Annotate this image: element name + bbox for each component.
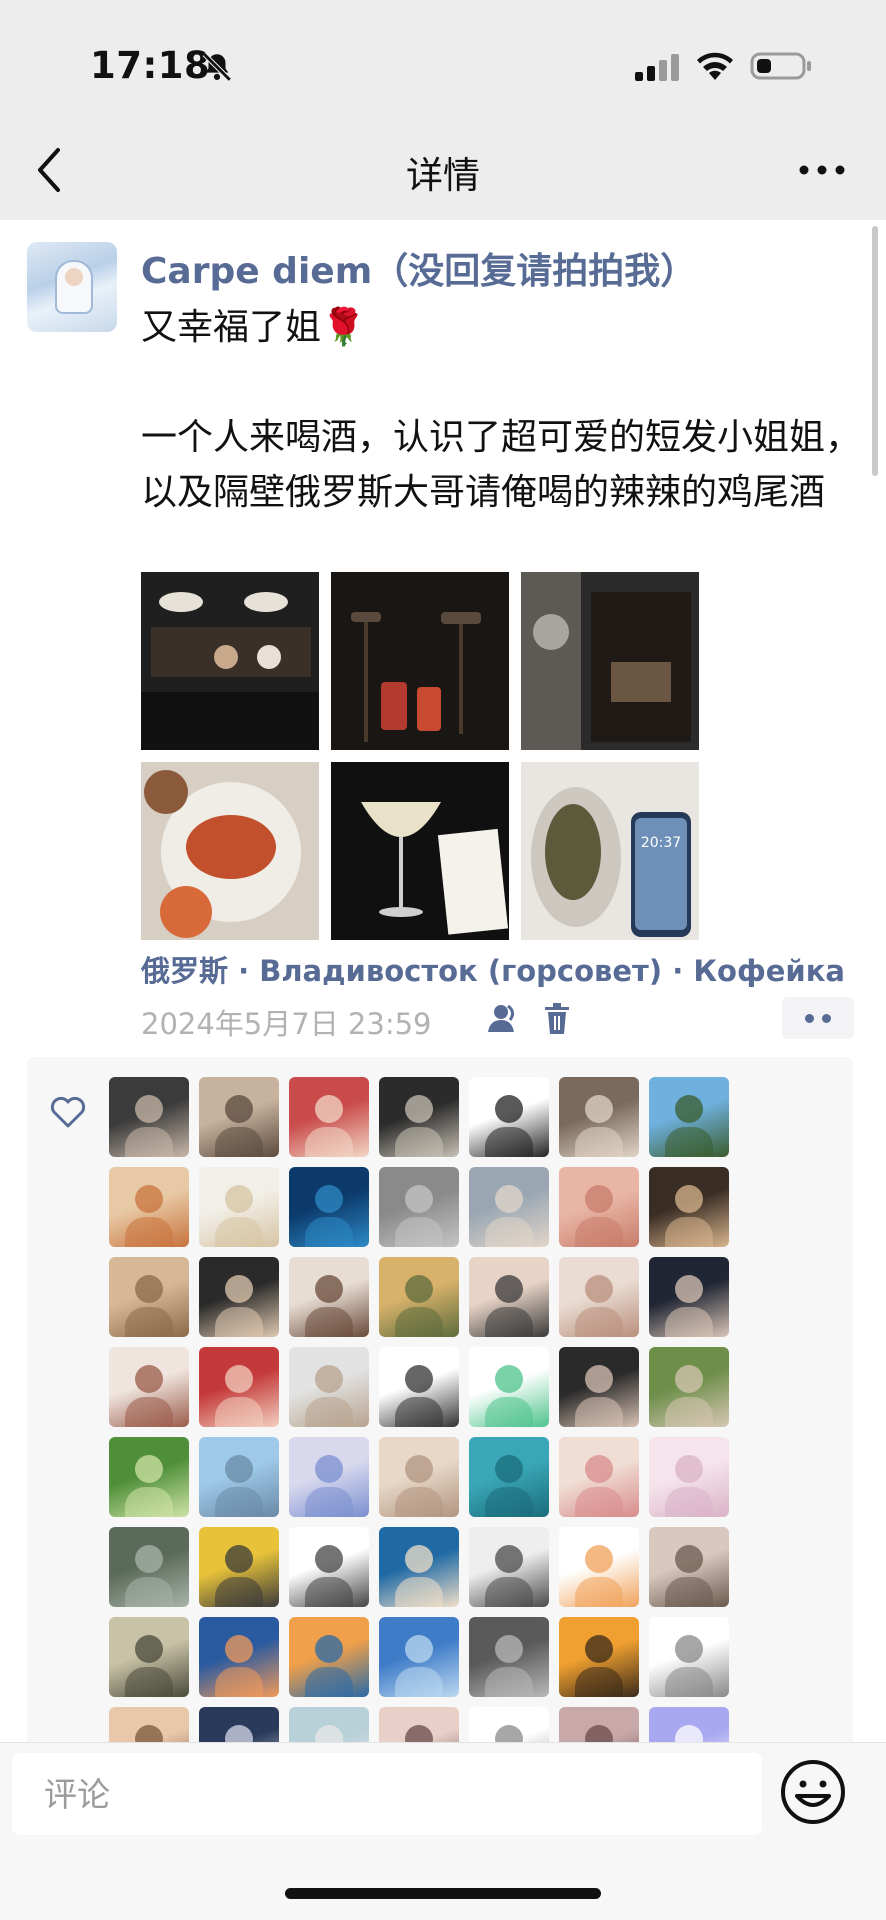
liker-avatar[interactable] [469, 1527, 549, 1607]
liker-avatar[interactable] [649, 1527, 729, 1607]
wifi-icon [697, 52, 733, 80]
liker-avatar[interactable] [649, 1617, 729, 1697]
liker-avatar[interactable] [199, 1527, 279, 1607]
liker-avatar[interactable] [469, 1437, 549, 1517]
likes-panel [27, 1057, 853, 1747]
post-location[interactable]: 俄罗斯 · Владивосток (горсовет) · Кофейка [141, 948, 845, 990]
post-photo[interactable]: 20:37 [521, 762, 699, 940]
scrollbar[interactable] [872, 226, 878, 476]
liker-avatar[interactable] [109, 1257, 189, 1337]
liker-avatar[interactable] [469, 1347, 549, 1427]
post-photo[interactable] [331, 572, 509, 750]
liker-avatar[interactable] [379, 1707, 459, 1747]
liker-avatar[interactable] [199, 1617, 279, 1697]
liker-avatar[interactable] [559, 1617, 639, 1697]
heart-icon [50, 1096, 86, 1128]
liker-avatar[interactable] [559, 1167, 639, 1247]
liker-avatar[interactable] [289, 1077, 369, 1157]
liker-avatar[interactable] [559, 1257, 639, 1337]
delete-icon[interactable] [543, 1002, 571, 1036]
liker-avatar[interactable] [199, 1707, 279, 1747]
liker-avatar[interactable] [469, 1707, 549, 1747]
liker-avatar[interactable] [109, 1527, 189, 1607]
post-text: 又幸福了姐🌹 一个人来喝酒，认识了超可爱的短发小姐姐，以及隔壁俄罗斯大哥请俺喝的… [141, 307, 862, 513]
liker-avatar[interactable] [559, 1437, 639, 1517]
liker-avatar[interactable] [289, 1617, 369, 1697]
liker-avatar[interactable] [379, 1617, 459, 1697]
author-name[interactable]: Carpe diem（没回复请拍拍我） [141, 242, 696, 294]
liker-avatar[interactable] [289, 1167, 369, 1247]
liker-avatar[interactable] [649, 1167, 729, 1247]
post-photo[interactable] [141, 572, 319, 750]
liker-avatar[interactable] [649, 1437, 729, 1517]
liker-avatar[interactable] [109, 1077, 189, 1157]
page-title: 详情 [406, 154, 480, 197]
battery-icon [750, 52, 811, 80]
liker-avatar[interactable] [289, 1437, 369, 1517]
liker-avatar[interactable] [469, 1617, 549, 1697]
liker-avatar[interactable] [379, 1347, 459, 1427]
liker-avatar[interactable] [199, 1257, 279, 1337]
home-indicator [285, 1888, 601, 1899]
liker-avatar[interactable] [559, 1707, 639, 1747]
liker-avatar[interactable] [559, 1077, 639, 1157]
liker-avatar[interactable] [469, 1167, 549, 1247]
liker-avatar[interactable] [289, 1527, 369, 1607]
liker-avatar[interactable] [109, 1617, 189, 1697]
liker-avatar[interactable] [649, 1347, 729, 1427]
post-photo[interactable] [331, 762, 509, 940]
liker-avatar[interactable] [469, 1077, 549, 1157]
liker-avatar[interactable] [109, 1707, 189, 1747]
liker-avatar[interactable] [379, 1167, 459, 1247]
liker-avatar[interactable] [379, 1527, 459, 1607]
more-options-button[interactable] [796, 148, 848, 192]
liker-avatar[interactable] [649, 1077, 729, 1157]
liker-avatar[interactable] [379, 1077, 459, 1157]
liker-avatar[interactable] [379, 1257, 459, 1337]
liker-avatar[interactable] [199, 1437, 279, 1517]
author-avatar[interactable] [27, 242, 117, 332]
liker-avatar[interactable] [109, 1347, 189, 1427]
liker-avatar[interactable] [289, 1257, 369, 1337]
post-photo[interactable] [141, 762, 319, 940]
liker-avatar[interactable] [109, 1437, 189, 1517]
liker-avatar[interactable] [199, 1077, 279, 1157]
emoji-icon[interactable] [779, 1758, 847, 1826]
photo-grid: 20:37 [141, 572, 701, 940]
liker-avatar[interactable] [559, 1527, 639, 1607]
svg-text:20:37: 20:37 [641, 835, 681, 851]
bell-muted-icon [202, 52, 232, 82]
liker-avatar[interactable] [199, 1167, 279, 1247]
comment-input[interactable] [12, 1753, 762, 1835]
liker-avatar[interactable] [199, 1347, 279, 1427]
liker-avatar[interactable] [109, 1167, 189, 1247]
cellular-signal-icon [635, 54, 679, 81]
liker-avatar[interactable] [649, 1257, 729, 1337]
liker-avatar[interactable] [289, 1347, 369, 1427]
liker-avatar[interactable] [469, 1257, 549, 1337]
post-actions-button[interactable] [782, 997, 854, 1039]
visibility-users-icon[interactable] [486, 1002, 520, 1034]
liker-avatar[interactable] [379, 1437, 459, 1517]
post-photo[interactable] [521, 572, 699, 750]
liker-avatar[interactable] [559, 1347, 639, 1427]
liker-avatar[interactable] [289, 1707, 369, 1747]
post-timestamp: 2024年5月7日 23:59 [141, 1007, 432, 1041]
liker-avatar[interactable] [649, 1707, 729, 1747]
top-bar: 17:18 详情 [0, 0, 886, 220]
status-time: 17:18 [90, 44, 211, 87]
